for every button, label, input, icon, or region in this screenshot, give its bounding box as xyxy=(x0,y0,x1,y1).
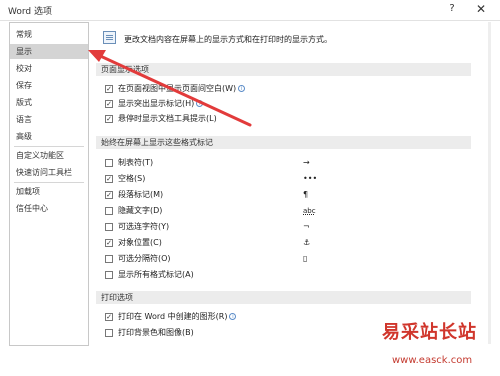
option-label: 悬停时显示文档工具提示(L) xyxy=(118,114,217,123)
watermark-url: www.easck.com xyxy=(392,355,473,366)
anchor-icon: ⚓ xyxy=(303,238,311,247)
sidebar-item-customize-ribbon[interactable]: 自定义功能区 xyxy=(10,148,88,163)
checkbox-object-anchors[interactable]: ✓ xyxy=(105,239,113,247)
title-bar: Word 选项 ? ✕ xyxy=(0,0,500,21)
sidebar-item-language[interactable]: 语言 xyxy=(10,112,88,127)
info-icon: i xyxy=(196,100,204,107)
display-options-panel: 更改文档内容在屏幕上的显示方式和在打印时的显示方式。 页面显示选项 ✓ 在页面视… xyxy=(92,22,487,344)
checkbox-print-background[interactable] xyxy=(105,329,113,337)
optional-hyphen-icon: ¬ xyxy=(303,222,310,231)
optional-break-icon: ▯ xyxy=(303,254,308,263)
panel-description: 更改文档内容在屏幕上的显示方式和在打印时的显示方式。 xyxy=(124,35,332,44)
sidebar-item-advanced[interactable]: 高级 xyxy=(10,129,88,144)
paragraph-mark-icon: ¶ xyxy=(303,190,309,199)
option-label: 制表符(T) xyxy=(118,158,154,167)
sidebar-item-proofing[interactable]: 校对 xyxy=(10,61,88,76)
checkbox-print-drawings[interactable]: ✓ xyxy=(105,313,113,321)
sidebar: 常规 显示 校对 保存 版式 语言 高级 自定义功能区 快速访问工具栏 加载项 … xyxy=(9,22,89,346)
sidebar-divider xyxy=(14,182,84,183)
option-label: 在页面视图中显示页面间空白(W) xyxy=(118,84,237,93)
info-icon: i xyxy=(238,85,246,92)
checkbox-paragraph-marks[interactable]: ✓ xyxy=(105,191,113,199)
checkbox-show-whitespace[interactable]: ✓ xyxy=(105,85,113,93)
checkbox-show-all-marks[interactable] xyxy=(105,271,113,279)
sidebar-item-display[interactable]: 显示 xyxy=(10,44,88,59)
checkbox-show-tooltips[interactable]: ✓ xyxy=(105,115,113,123)
document-display-icon xyxy=(103,31,116,44)
sidebar-item-save[interactable]: 保存 xyxy=(10,78,88,93)
scrollbar[interactable] xyxy=(488,22,491,344)
checkbox-spaces[interactable]: ✓ xyxy=(105,175,113,183)
close-button[interactable]: ✕ xyxy=(473,2,489,18)
sidebar-item-trust-center[interactable]: 信任中心 xyxy=(10,201,88,216)
sidebar-item-typography[interactable]: 版式 xyxy=(10,95,88,110)
info-icon: i xyxy=(229,313,237,320)
section-header-print-options: 打印选项 xyxy=(96,291,471,304)
option-label: 打印背景色和图像(B) xyxy=(118,328,194,337)
option-label: 对象位置(C) xyxy=(118,238,162,247)
section-header-formatting-marks: 始终在屏幕上显示这些格式标记 xyxy=(96,136,471,149)
help-button[interactable]: ? xyxy=(445,3,459,17)
option-label: 隐藏文字(D) xyxy=(118,206,163,215)
option-label: 可选分隔符(O) xyxy=(118,254,171,263)
sidebar-item-general[interactable]: 常规 xyxy=(10,27,88,42)
tab-mark-icon: → xyxy=(303,158,310,167)
option-label: 打印在 Word 中创建的图形(R) xyxy=(118,312,228,321)
option-label: 段落标记(M) xyxy=(118,190,164,199)
sidebar-divider xyxy=(14,146,84,147)
checkbox-tab-characters[interactable] xyxy=(105,159,113,167)
option-label: 显示所有格式标记(A) xyxy=(118,270,194,279)
window-title: Word 选项 xyxy=(8,7,52,17)
option-label: 显示突出显示标记(H) xyxy=(118,99,195,108)
hidden-text-icon: abc xyxy=(303,207,316,215)
sidebar-item-addins[interactable]: 加载项 xyxy=(10,184,88,199)
checkbox-hidden-text[interactable] xyxy=(105,207,113,215)
section-header-page-display: 页面显示选项 xyxy=(96,63,471,76)
option-label: 可选连字符(Y) xyxy=(118,222,170,231)
checkbox-optional-breaks[interactable] xyxy=(105,255,113,263)
watermark-title: 易采站长站 xyxy=(382,322,477,343)
checkbox-show-highlighter[interactable]: ✓ xyxy=(105,100,113,108)
sidebar-item-quick-access-toolbar[interactable]: 快速访问工具栏 xyxy=(10,165,88,180)
option-label: 空格(S) xyxy=(118,174,146,183)
checkbox-optional-hyphens[interactable] xyxy=(105,223,113,231)
space-mark-icon: ••• xyxy=(303,174,318,183)
